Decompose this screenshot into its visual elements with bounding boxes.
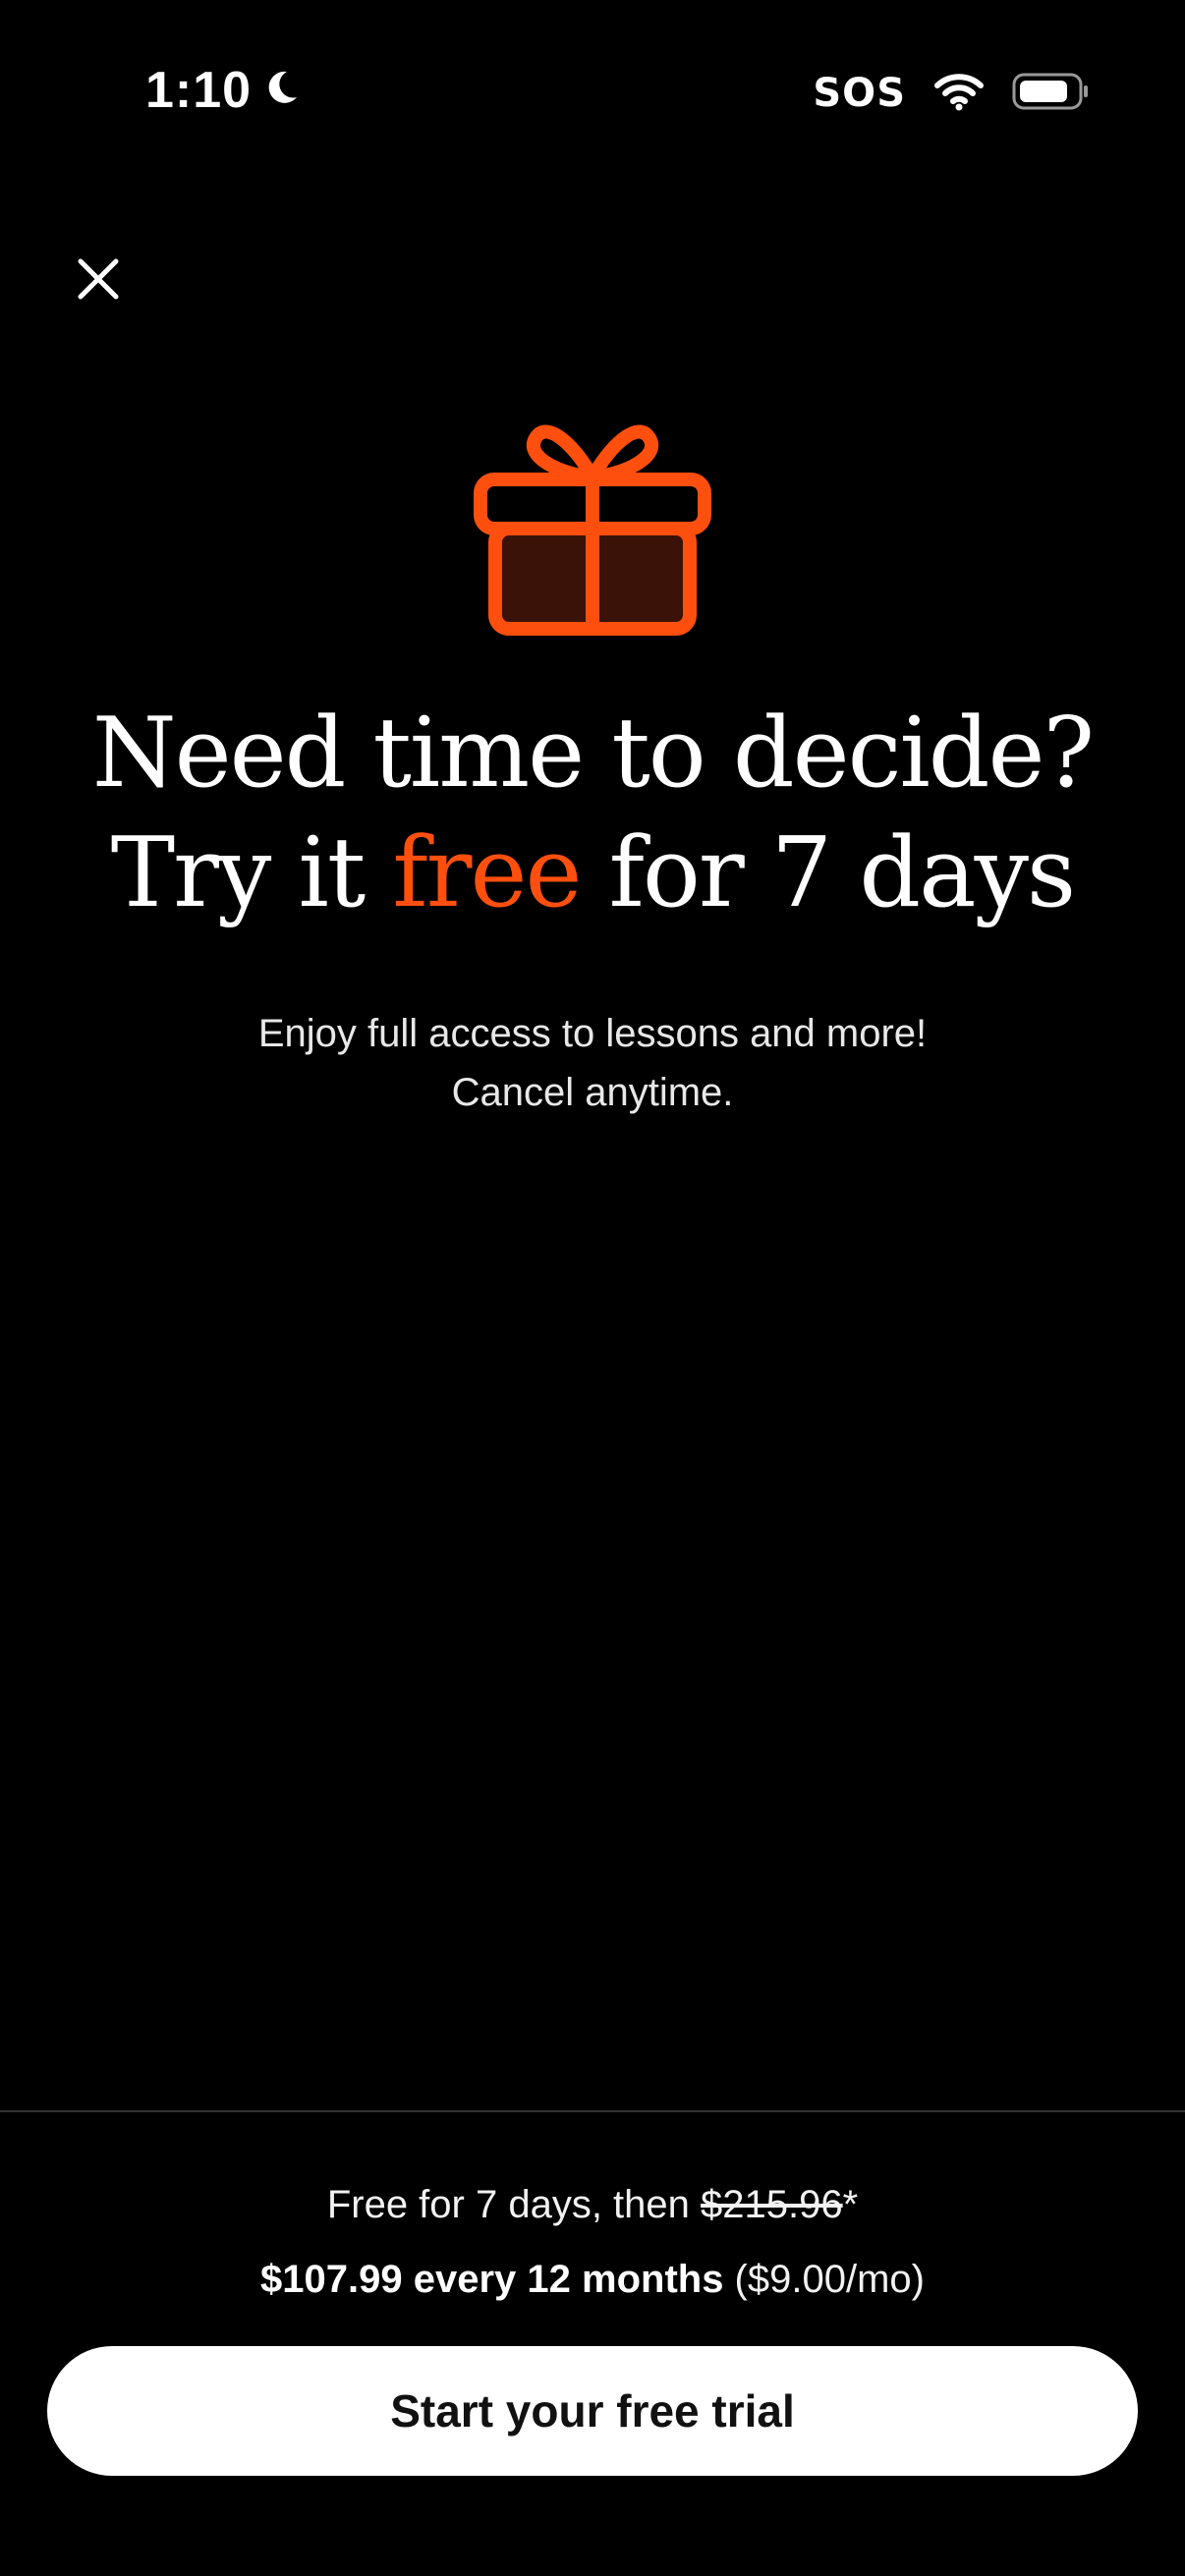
close-icon [78, 258, 119, 300]
moon-icon [261, 61, 301, 120]
headline-line1: Need time to decide? [91, 698, 1095, 810]
carrier-sos: SOS [813, 71, 906, 116]
headline-line2-after: for 7 days [580, 817, 1077, 929]
status-time-text: 1:10 [145, 62, 253, 119]
price-asterisk: * [842, 2183, 859, 2226]
wifi-icon [933, 72, 985, 116]
gift-icon [474, 409, 711, 637]
trial-terms: Free for 7 days, then $215.96* [0, 2183, 1185, 2227]
headline: Need time to decide? Try it free for 7 d… [0, 694, 1185, 933]
status-bar: 1:10 SOS [0, 0, 1185, 196]
subtitle-line2: Cancel anytime. [451, 1071, 734, 1114]
original-price: $215.96 [701, 2183, 843, 2226]
battery-icon [1012, 72, 1091, 116]
status-indicators: SOS [813, 71, 1091, 116]
headline-accent-word: free [392, 817, 582, 929]
headline-line2: Try it free for 7 days [0, 813, 1185, 933]
plan-price: $107.99 every 12 months ($9.00/mo) [0, 2258, 1185, 2302]
status-time: 1:10 [145, 61, 301, 120]
subtitle-line1: Enjoy full access to lessons and more! [257, 1012, 928, 1055]
trial-prefix: Free for 7 days, then [326, 2183, 702, 2226]
close-button[interactable] [69, 250, 128, 308]
start-free-trial-button[interactable]: Start your free trial [47, 2346, 1138, 2476]
headline-line2-before: Try it [110, 817, 393, 929]
subtitle: Enjoy full access to lessons and more! C… [0, 1004, 1185, 1122]
plan-monthly-price: ($9.00/mo) [723, 2258, 925, 2301]
plan-price-amount: $107.99 every 12 months [260, 2258, 724, 2301]
divider [0, 2110, 1185, 2112]
